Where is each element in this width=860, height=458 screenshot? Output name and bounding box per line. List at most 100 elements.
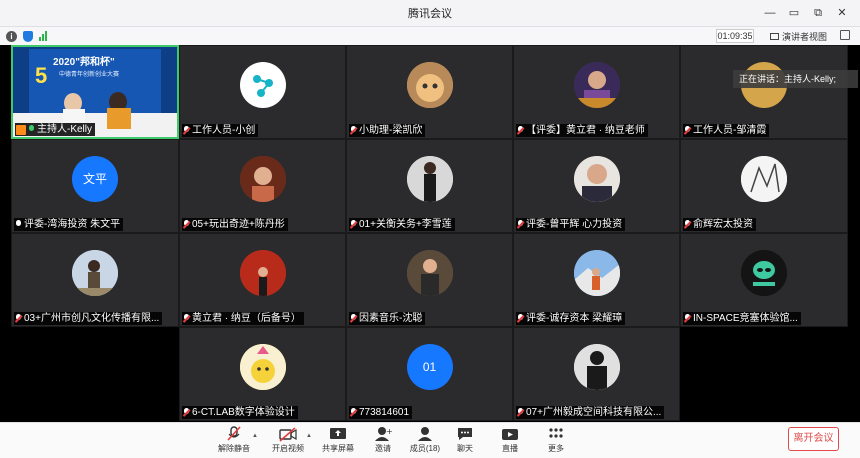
cat-avatar-icon [406,61,453,108]
mic-muted-icon [517,408,524,417]
avatar [573,155,620,202]
video-tile[interactable]: 因素音乐-沈聪 [346,233,513,327]
photo-avatar-icon [72,249,118,296]
video-tile[interactable]: 小助理-梁凯欣 [346,45,513,139]
avatar: 文平 [72,155,118,202]
alien-logo-icon [741,249,787,296]
video-tile[interactable]: 黄立君 · 纳豆（后备号） [179,233,346,327]
video-tile[interactable]: 01+关衡关务+李雪莲 [346,139,513,233]
host-icon [16,124,26,135]
speaking-indicator: 正在讲话：主持人-Kelly; [733,70,858,88]
mic-on-icon [28,125,35,134]
video-tile-host[interactable]: 2020"邦和杯" 中德青年创新创业大赛 5 主持人-Kelly [11,45,179,139]
video-tile[interactable]: 01 773814601 [346,327,513,421]
live-icon [502,429,518,440]
video-caret-icon[interactable]: ▲ [306,433,312,439]
restore-icon[interactable]: ⧉ [806,0,830,27]
svg-text:5: 5 [35,63,47,88]
video-tile[interactable]: 05+玩出奇迹+陈丹彤 [179,139,346,233]
unmute-caret-icon[interactable]: ▲ [252,433,258,439]
window-controls: — ▭ ⧉ ✕ [758,0,854,27]
participant-name: 03+广州市创凡文化传播有限... [14,312,163,325]
avatar [239,155,286,202]
mic-muted-icon [183,220,190,229]
photo-avatar-icon [239,155,286,202]
signal-icon[interactable] [39,31,47,41]
avatar [573,61,620,108]
maximize-icon[interactable]: ▭ [782,0,806,27]
mic-muted-icon [183,126,190,135]
video-tile[interactable]: 03+广州市创凡文化传播有限... [11,233,179,327]
cartoon-avatar-icon [239,343,286,390]
more-button[interactable]: 更多 [534,426,578,456]
share-screen-button[interactable]: 共享屏幕 [316,426,360,456]
participant-name: IN-SPACE竞塞体验馆... [683,312,801,325]
participant-name: 主持人-Kelly [15,123,96,136]
avatar [239,343,286,390]
title-bar: 腾讯会议 — ▭ ⧉ ✕ [0,0,860,27]
avatar [573,249,620,296]
invite-icon: + [375,427,392,441]
video-tile[interactable]: IN-SPACE竞塞体验馆... [680,233,848,327]
participant-name: 773814601 [349,406,413,419]
participant-name: 6-CT.LAB数字体验设计 [182,406,298,419]
video-tile[interactable]: 07+广州毅成空间科技有限公... [513,327,680,421]
avatar [573,343,620,390]
photo-avatar-icon [406,155,453,202]
video-tile[interactable]: 工作人员-小创 [179,45,346,139]
more-icon [549,428,563,438]
window-title: 腾讯会议 [408,8,452,20]
photo-avatar-icon [239,249,286,296]
participant-name: 评委-湾海投资 朱文平 [14,218,124,231]
members-button[interactable]: 成员(18) [403,426,447,456]
start-video-button[interactable]: 开启视频 [266,426,310,456]
avatar [239,249,286,296]
mic-muted-icon [183,314,190,323]
participant-name: 工作人员-小创 [182,124,259,137]
speaker-view-button[interactable]: 演讲者视图 [770,29,827,43]
chat-icon [458,428,472,440]
video-tile[interactable]: 工作人员-邹清霞 [680,45,848,139]
participant-name: 评委-曾平辉 心力投资 [516,218,626,231]
participant-name: 【评委】黄立君 · 纳豆老师 [516,124,648,137]
minimize-icon[interactable]: — [758,0,782,27]
participant-name: 评委-诚存资本 梁耀璋 [516,312,626,325]
avatar: 01 [406,343,453,390]
invite-button[interactable]: + 邀请 [361,426,405,456]
participant-name: 07+广州毅成空间科技有限公... [516,406,665,419]
participant-name: 工作人员-邹清霞 [683,124,770,137]
photo-avatar-icon [573,155,620,202]
shield-icon[interactable] [23,30,33,42]
avatar [741,155,787,202]
photo-avatar-icon [573,61,620,108]
avatar [406,61,453,108]
camera-off-icon [279,427,297,442]
mic-muted-icon [350,314,357,323]
speaker-view-label: 演讲者视图 [782,31,828,42]
mic-muted-icon [227,426,241,441]
info-icon[interactable]: i [6,30,17,42]
live-button[interactable]: 直播 [488,426,532,456]
close-icon[interactable]: ✕ [830,0,854,27]
mic-muted-icon [183,408,190,417]
mic-muted-icon [684,126,691,135]
layout-icon [770,32,779,40]
video-tile[interactable]: 评委-诚存资本 梁耀璋 [513,233,680,327]
video-tile[interactable]: 俞辉宏太投资 [680,139,848,233]
video-grid: 2020"邦和杯" 中德青年创新创业大赛 5 主持人-Kelly 工作人员-小创 [0,45,860,422]
meeting-toolbar: 解除静音 ▲ 开启视频 ▲ 共享屏幕 + 邀请 成员(18) 聊天 直播 更多 [0,422,860,458]
chat-button[interactable]: 聊天 [443,426,487,456]
participant-name: 因素音乐-沈聪 [349,312,426,325]
svg-text:中德青年创新创业大赛: 中德青年创新创业大赛 [59,70,119,78]
members-icon [418,427,432,441]
mic-muted-icon [350,408,357,417]
unmute-button[interactable]: 解除静音 [212,426,256,456]
video-tile[interactable]: 评委-曾平辉 心力投资 [513,139,680,233]
video-tile[interactable]: 文平 评委-湾海投资 朱文平 [11,139,179,233]
fullscreen-icon[interactable] [840,30,850,40]
mic-muted-icon [517,220,524,229]
video-tile[interactable]: 6-CT.LAB数字体验设计 [179,327,346,421]
video-tile[interactable]: 【评委】黄立君 · 纳豆老师 [513,45,680,139]
svg-text:+: + [386,427,392,436]
leave-meeting-button[interactable]: 离开会议 [788,427,839,451]
